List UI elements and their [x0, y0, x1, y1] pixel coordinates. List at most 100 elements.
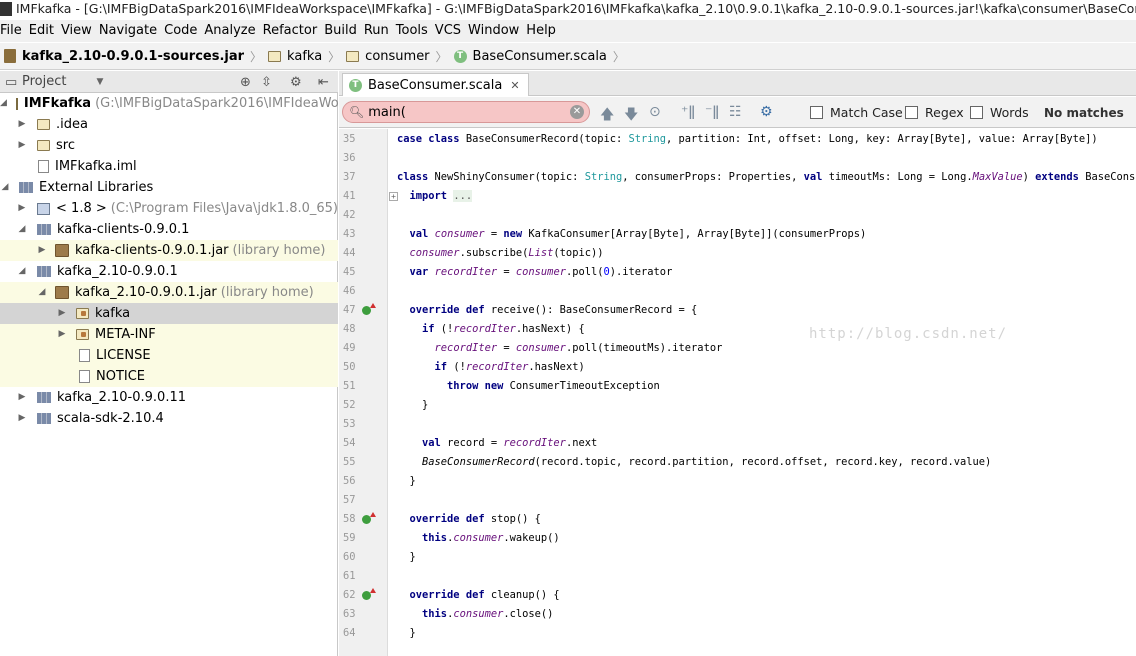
- menu-analyze[interactable]: Analyze: [204, 20, 262, 42]
- code-text: if (!recordIter.hasNext) {: [422, 323, 585, 335]
- menu-help[interactable]: Help: [526, 20, 563, 42]
- filter-settings-icon[interactable]: ⚙: [760, 104, 773, 120]
- previous-occurrence-icon[interactable]: 🡅: [600, 104, 614, 128]
- regex-checkbox[interactable]: Regex: [905, 105, 964, 120]
- override-marker-icon[interactable]: [362, 588, 376, 600]
- collapsed-arrow-icon[interactable]: ▶: [57, 324, 67, 345]
- tree-item-kafka-2-10-jar[interactable]: ◢ kafka_2.10-0.9.0.1.jar (library home): [0, 282, 338, 303]
- line-number: 47: [343, 304, 356, 316]
- code-editor[interactable]: 35 case class BaseConsumerRecord(topic: S…: [339, 129, 1136, 656]
- override-marker-icon[interactable]: [362, 512, 376, 524]
- override-marker-icon[interactable]: [362, 303, 376, 315]
- search-field[interactable]: 🔍︎ ✕: [342, 101, 590, 123]
- line-number: 60: [343, 551, 356, 563]
- code-line: 37 class NewShinyConsumer(topic: String, …: [339, 168, 1136, 187]
- menu-navigate[interactable]: Navigate: [99, 20, 164, 42]
- tree-item-kafka-2-10[interactable]: ◢ kafka_2.10-0.9.0.1: [0, 261, 338, 282]
- folder-icon: [37, 119, 50, 130]
- tree-item-external-libraries[interactable]: ◢ External Libraries: [0, 177, 338, 198]
- code-line: 45 var recordIter = consumer.poll(0).ite…: [339, 263, 1136, 282]
- clear-search-icon[interactable]: ✕: [570, 105, 584, 119]
- menu-run[interactable]: Run: [364, 20, 396, 42]
- line-number: 42: [343, 209, 356, 221]
- search-input[interactable]: [368, 104, 569, 120]
- library-icon: [37, 392, 51, 403]
- breadcrumb-jar[interactable]: kafka_2.10-0.9.0.1-sources.jar 〉: [4, 48, 268, 65]
- collapsed-arrow-icon[interactable]: ▶: [57, 303, 67, 324]
- menu-refactor[interactable]: Refactor: [263, 20, 325, 42]
- breadcrumb-kafka[interactable]: kafka 〉: [268, 48, 346, 65]
- tree-item-kafka-clients[interactable]: ◢ kafka-clients-0.9.0.1: [0, 219, 338, 240]
- next-occurrence-icon[interactable]: 🡇: [624, 104, 638, 128]
- breadcrumb-consumer[interactable]: consumer 〉: [346, 48, 453, 65]
- menu-edit[interactable]: Edit: [29, 20, 61, 42]
- words-checkbox[interactable]: Words: [970, 105, 1029, 120]
- tree-item-idea[interactable]: ▶ .idea: [0, 114, 338, 135]
- breadcrumb-file[interactable]: T BaseConsumer.scala 〉: [453, 48, 631, 65]
- menu-file[interactable]: File: [0, 20, 29, 42]
- line-number: 59: [343, 532, 356, 544]
- tree-item-iml[interactable]: IMFkafka.iml: [0, 156, 338, 177]
- tree-item-jdk[interactable]: ▶ < 1.8 > (C:\Program Files\Java\jdk1.8.…: [0, 198, 338, 219]
- collapsed-arrow-icon[interactable]: ▶: [17, 198, 27, 219]
- line-number: 63: [343, 608, 356, 620]
- line-number: 43: [343, 228, 356, 240]
- jdk-icon: [36, 202, 51, 215]
- tree-item-notice[interactable]: NOTICE: [0, 366, 338, 387]
- menu-code[interactable]: Code: [164, 20, 204, 42]
- tree-item-root[interactable]: ◢ IMFkafka (G:\IMFBigDataSpark2016\IMFId…: [0, 93, 358, 114]
- locate-target-icon[interactable]: ⊕: [240, 75, 251, 90]
- expanded-arrow-icon[interactable]: ◢: [17, 261, 27, 282]
- remove-occurrence-icon[interactable]: ⁻ǁ: [705, 104, 719, 120]
- select-all-occurrences-icon[interactable]: ☷: [729, 104, 742, 120]
- settings-gear-icon[interactable]: ⚙: [290, 75, 302, 90]
- collapsed-arrow-icon[interactable]: ▶: [37, 240, 47, 261]
- tree-item-scala-sdk[interactable]: ▶ scala-sdk-2.10.4: [0, 408, 338, 429]
- expanded-arrow-icon[interactable]: ◢: [0, 177, 10, 198]
- tree-item-kafka-package[interactable]: ▶ kafka: [0, 303, 338, 324]
- find-all-icon[interactable]: ⊙: [649, 104, 661, 120]
- expanded-arrow-icon[interactable]: ◢: [37, 282, 47, 303]
- code-line: 56 }: [339, 472, 1136, 491]
- checkbox-box[interactable]: [905, 106, 918, 119]
- menu-bar: File Edit View Navigate Code Analyze Ref…: [0, 20, 1136, 42]
- text-file-icon: [79, 349, 90, 362]
- collapsed-arrow-icon[interactable]: ▶: [17, 135, 27, 156]
- editor-tab-bar: T BaseConsumer.scala ✕: [339, 71, 1136, 96]
- menu-view[interactable]: View: [61, 20, 99, 42]
- match-case-checkbox[interactable]: Match Case: [810, 105, 903, 120]
- expanded-arrow-icon[interactable]: ◢: [17, 219, 27, 240]
- regex-label: Regex: [925, 105, 964, 120]
- checkbox-box[interactable]: [810, 106, 823, 119]
- code-text: override def stop() {: [409, 513, 541, 525]
- code-line: 50 if (!recordIter.hasNext): [339, 358, 1136, 377]
- project-view-selector[interactable]: Project: [22, 74, 66, 89]
- checkbox-box[interactable]: [970, 106, 983, 119]
- add-occurrence-icon[interactable]: ⁺ǁ: [681, 104, 695, 120]
- expanded-arrow-icon[interactable]: ◢: [0, 93, 7, 114]
- tab-base-consumer[interactable]: T BaseConsumer.scala ✕: [342, 73, 529, 96]
- tree-item-label: kafka-clients-0.9.0.1.jar: [75, 243, 229, 258]
- menu-window[interactable]: Window: [468, 20, 526, 42]
- line-number: 45: [343, 266, 356, 278]
- menu-tools[interactable]: Tools: [396, 20, 435, 42]
- chevron-down-icon[interactable]: ▼: [96, 77, 103, 87]
- menu-build[interactable]: Build: [324, 20, 364, 42]
- tree-item-license[interactable]: LICENSE: [0, 345, 338, 366]
- package-icon: [346, 50, 360, 62]
- tree-item-src[interactable]: ▶ src: [0, 135, 338, 156]
- hide-panel-icon[interactable]: ⇤: [318, 75, 329, 90]
- collapsed-arrow-icon[interactable]: ▶: [17, 114, 27, 135]
- code-line: 53: [339, 415, 1136, 434]
- collapse-all-icon[interactable]: ⇳: [261, 75, 272, 90]
- close-icon[interactable]: ✕: [510, 79, 519, 92]
- tree-item-kafka-2-10-11[interactable]: ▶ kafka_2.10-0.9.0.11: [0, 387, 338, 408]
- tree-item-hint: (library home): [220, 285, 314, 300]
- code-line: 46: [339, 282, 1136, 301]
- tree-item-label: kafka: [95, 306, 131, 321]
- collapsed-arrow-icon[interactable]: ▶: [17, 408, 27, 429]
- tree-item-kafka-clients-jar[interactable]: ▶ kafka-clients-0.9.0.1.jar (library hom…: [0, 240, 338, 261]
- menu-vcs[interactable]: VCS: [435, 20, 468, 42]
- tree-item-meta-inf[interactable]: ▶ META-INF: [0, 324, 338, 345]
- collapsed-arrow-icon[interactable]: ▶: [17, 387, 27, 408]
